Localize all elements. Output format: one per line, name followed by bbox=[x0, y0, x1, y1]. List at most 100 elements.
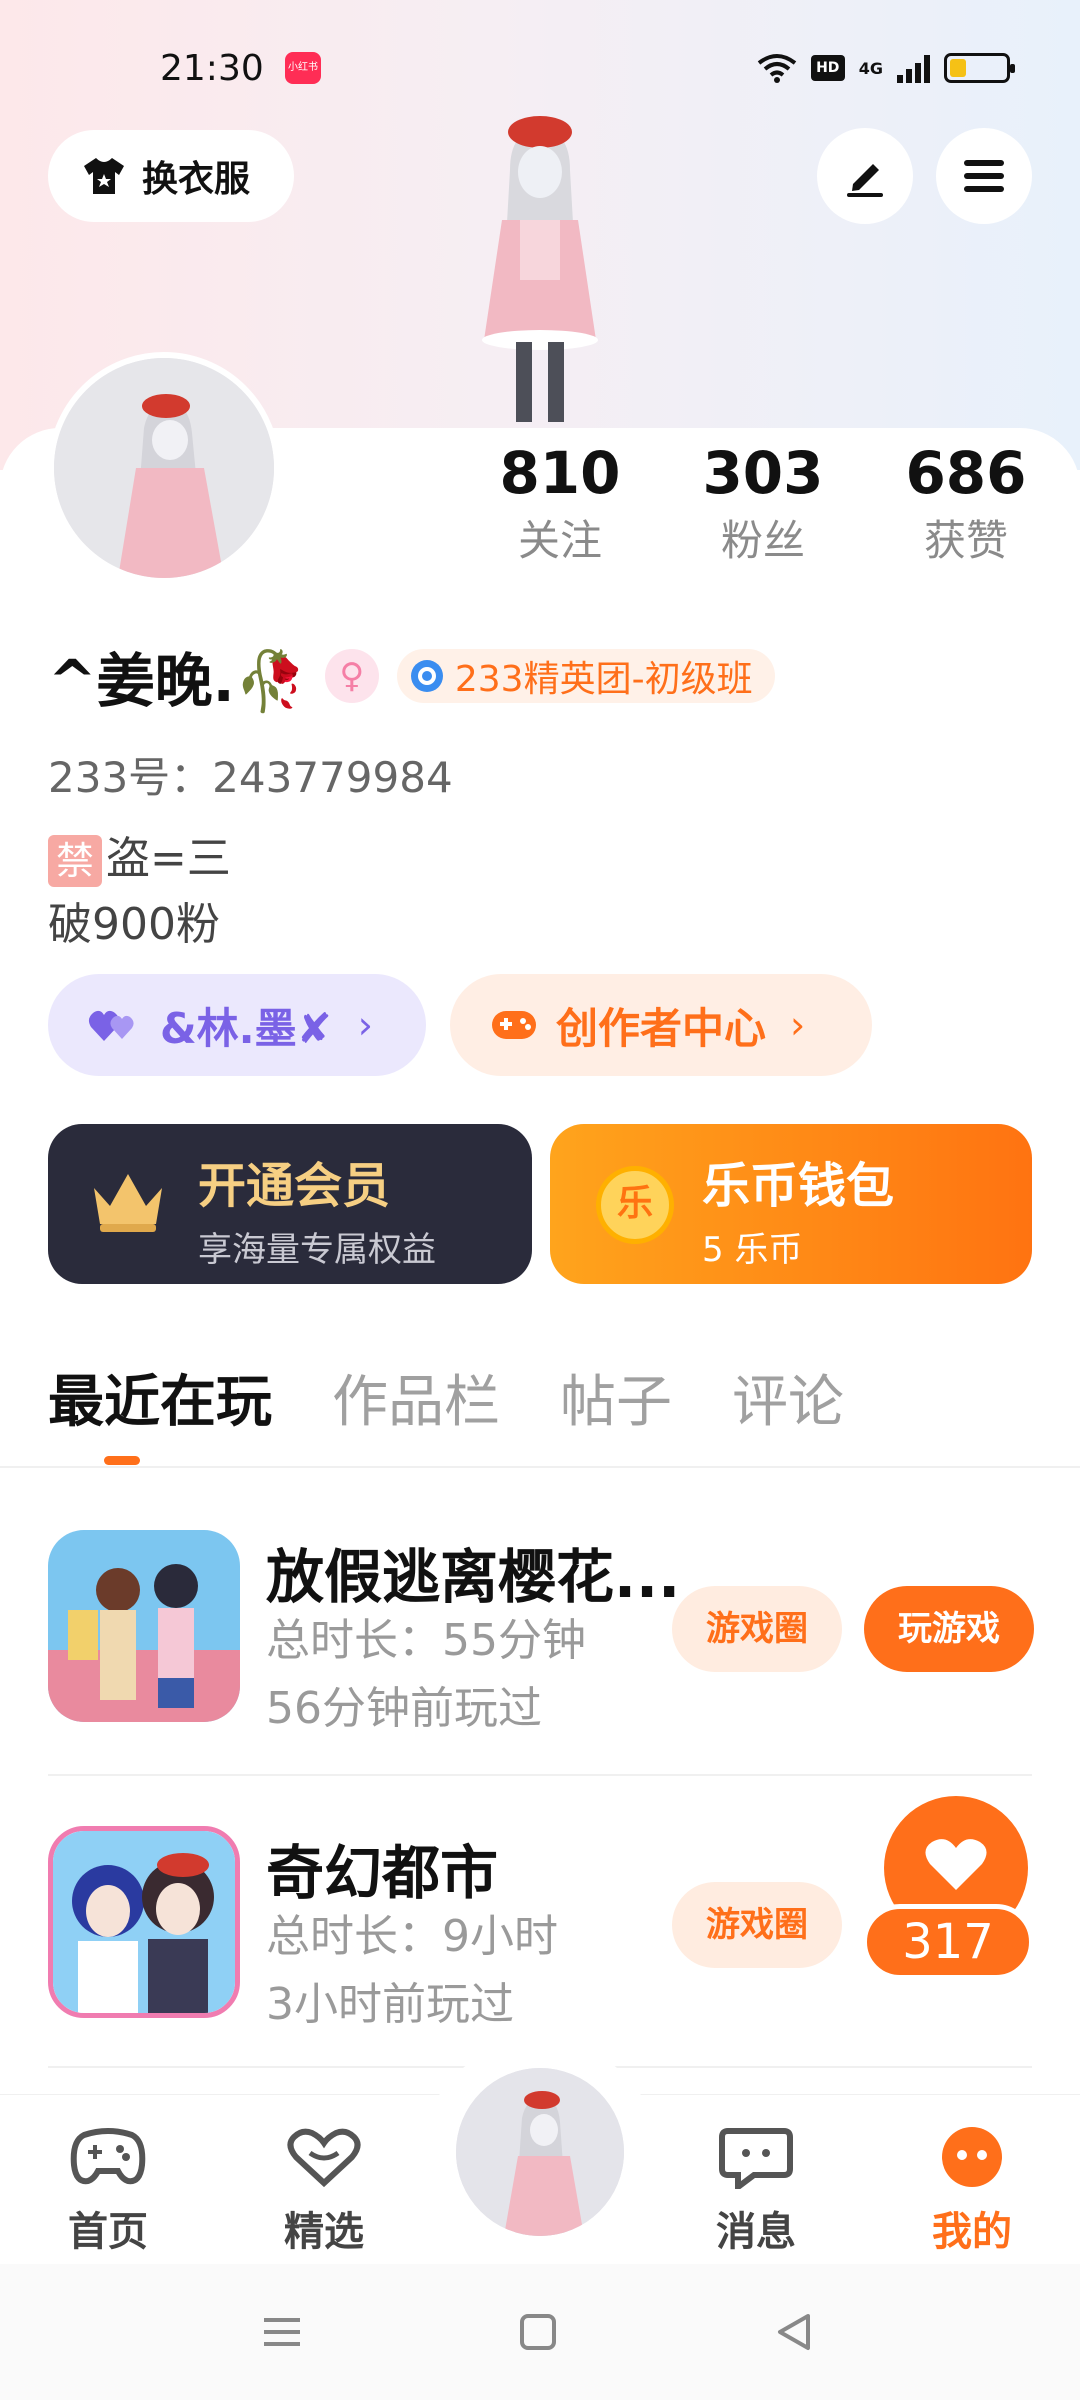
tab-comments[interactable]: 评论 bbox=[732, 1364, 844, 1454]
stat-following-value: 810 bbox=[499, 439, 621, 507]
game-row[interactable]: 放假逃离樱花... 总时长：55分钟 56分钟前玩过 游戏圈 玩游戏 bbox=[48, 1530, 1034, 1734]
nav-featured[interactable]: 精选 bbox=[244, 2125, 404, 2257]
heart-chat-icon bbox=[287, 2128, 361, 2188]
ban-tag: 禁 bbox=[48, 835, 102, 887]
creator-center-label: 创作者中心 bbox=[556, 1003, 767, 1053]
nav-messages-label: 消息 bbox=[716, 2209, 796, 2255]
stat-following[interactable]: 810 关注 bbox=[480, 440, 640, 570]
profile-tabs: 最近在玩 作品栏 帖子 评论 bbox=[48, 1364, 844, 1454]
edit-profile-button[interactable] bbox=[817, 128, 913, 224]
gamepad-icon bbox=[70, 2128, 146, 2185]
floating-like-button[interactable]: 317 bbox=[862, 1796, 1042, 1986]
chevron-right-icon: › bbox=[357, 1003, 373, 1047]
vip-title: 开通会员 bbox=[198, 1158, 391, 1214]
game-duration: 总时长：9小时 bbox=[266, 1911, 558, 1962]
game-art bbox=[48, 1530, 240, 1722]
coin-char: 乐 bbox=[616, 1183, 653, 1224]
stat-followers[interactable]: 303 粉丝 bbox=[683, 440, 843, 570]
game-title: 放假逃离樱花... bbox=[266, 1543, 681, 1611]
game-thumbnail[interactable] bbox=[48, 1530, 240, 1722]
center-avatar-image bbox=[456, 2068, 624, 2236]
gamepad-icon bbox=[492, 1011, 536, 1039]
avatar-character-figure[interactable] bbox=[450, 110, 630, 430]
avatar-image bbox=[54, 358, 274, 578]
game-circle-button[interactable]: 游戏圈 bbox=[672, 1882, 842, 1968]
creator-center-button[interactable]: 创作者中心 › bbox=[450, 974, 872, 1076]
system-navigation-bar bbox=[0, 2264, 1080, 2400]
like-count: 317 bbox=[862, 1904, 1034, 1980]
partner-button[interactable]: &林.墨✘ › bbox=[48, 974, 426, 1076]
profile-stats: 810 关注 303 粉丝 686 获赞 bbox=[480, 440, 1080, 580]
wallet-title: 乐币钱包 bbox=[702, 1158, 895, 1214]
coin-icon: 乐 bbox=[596, 1166, 674, 1244]
hd-indicator: HD bbox=[810, 55, 845, 81]
game-title: 奇幻都市 bbox=[266, 1839, 499, 1907]
profile-icon bbox=[942, 2127, 1002, 2187]
wallet-card[interactable]: 乐 乐币钱包 5 乐币 bbox=[550, 1124, 1032, 1284]
stat-likes[interactable]: 686 获赞 bbox=[886, 440, 1046, 570]
vip-membership-card[interactable]: 开通会员 享海量专属权益 bbox=[48, 1124, 532, 1284]
signal-icon bbox=[897, 53, 930, 83]
status-time: 21:30 bbox=[160, 48, 264, 89]
stat-followers-value: 303 bbox=[702, 439, 824, 507]
pen-icon bbox=[847, 164, 883, 197]
game-circle-button[interactable]: 游戏圈 bbox=[672, 1586, 842, 1672]
menu-button[interactable] bbox=[936, 128, 1032, 224]
double-heart-icon bbox=[88, 1010, 134, 1041]
home-square-icon[interactable] bbox=[516, 2310, 560, 2354]
recent-apps-icon[interactable] bbox=[260, 2310, 304, 2354]
partner-name: &林.墨✘ bbox=[160, 1003, 332, 1053]
gender-female-icon: ♀ bbox=[324, 649, 379, 703]
tab-works[interactable]: 作品栏 bbox=[332, 1364, 500, 1454]
group-badge-label: 233精英团-初级班 bbox=[454, 659, 753, 700]
active-tab-indicator bbox=[104, 1456, 140, 1465]
game-duration: 总时长：55分钟 bbox=[266, 1615, 586, 1666]
game-art bbox=[53, 1831, 235, 2013]
heart-icon bbox=[925, 1839, 987, 1890]
change-outfit-button[interactable]: 换衣服 bbox=[48, 130, 294, 222]
name-row: ^姜晚.🥀 ♀ 233精英团-初级班 bbox=[48, 636, 775, 716]
system-icons: HD 4G bbox=[757, 48, 1015, 88]
battery-level bbox=[950, 59, 967, 77]
game-last-played: 3小时前玩过 bbox=[266, 1979, 514, 2030]
stat-followers-label: 粉丝 bbox=[720, 516, 805, 565]
bio: 禁盗=三 破900粉 bbox=[48, 826, 231, 958]
nav-center-avatar[interactable] bbox=[456, 2068, 624, 2236]
battery-icon bbox=[944, 53, 1015, 83]
notification-app-icon: 小红书 bbox=[285, 52, 321, 84]
nav-home-label: 首页 bbox=[68, 2209, 148, 2255]
nav-profile-label: 我的 bbox=[932, 2209, 1012, 2255]
wifi-icon bbox=[757, 54, 796, 83]
game-last-played: 56分钟前玩过 bbox=[266, 1683, 542, 1734]
tab-posts[interactable]: 帖子 bbox=[560, 1364, 672, 1454]
badge-gear-icon bbox=[410, 660, 443, 692]
nav-profile[interactable]: 我的 bbox=[892, 2125, 1052, 2257]
tab-recently-played[interactable]: 最近在玩 bbox=[48, 1364, 272, 1454]
user-id: 233号：243779984 bbox=[48, 753, 453, 802]
avatar[interactable] bbox=[48, 352, 280, 584]
network-type: 4G bbox=[858, 58, 883, 78]
hamburger-menu-icon bbox=[964, 160, 1004, 192]
nav-messages[interactable]: 消息 bbox=[676, 2125, 836, 2257]
play-game-button[interactable]: 玩游戏 bbox=[864, 1586, 1034, 1672]
row-divider bbox=[48, 1774, 1032, 1776]
nav-featured-label: 精选 bbox=[284, 2209, 364, 2255]
chevron-right-icon: › bbox=[790, 1003, 806, 1047]
bio-line-1: 盗=三 bbox=[106, 833, 231, 884]
stat-likes-label: 获赞 bbox=[923, 516, 1008, 565]
back-triangle-icon[interactable] bbox=[772, 2310, 816, 2354]
shirt-icon bbox=[84, 158, 124, 194]
group-badge[interactable]: 233精英团-初级班 bbox=[396, 649, 775, 703]
stat-likes-value: 686 bbox=[905, 439, 1027, 507]
change-outfit-label: 换衣服 bbox=[142, 159, 251, 200]
crown-icon bbox=[94, 1174, 162, 1232]
bio-line-2: 破900粉 bbox=[48, 899, 220, 950]
wallet-balance: 5 乐币 bbox=[702, 1230, 803, 1270]
stat-following-label: 关注 bbox=[517, 516, 602, 565]
nickname: ^姜晚.🥀 bbox=[48, 647, 307, 715]
message-icon bbox=[719, 2128, 793, 2193]
tabs-divider bbox=[0, 1466, 1080, 1468]
nav-home[interactable]: 首页 bbox=[28, 2125, 188, 2257]
game-thumbnail[interactable] bbox=[48, 1826, 240, 2018]
vip-subtitle: 享海量专属权益 bbox=[198, 1230, 436, 1270]
